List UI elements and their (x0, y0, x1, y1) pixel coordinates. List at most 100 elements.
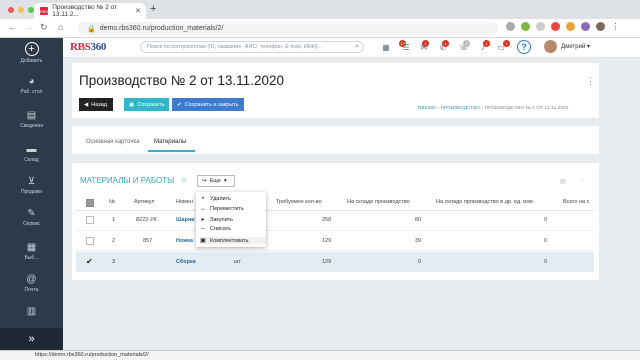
sidebar-item-mail[interactable]: @ Почта (0, 274, 63, 293)
tab-materials[interactable]: Материалы (154, 139, 186, 145)
move-arrows-icon: ↔ (200, 206, 206, 212)
calendar-icon[interactable]: ▦ (381, 43, 391, 53)
breadcrumb-root[interactable]: RBS360 (418, 105, 436, 110)
save-button[interactable]: ▣ Сохранить (124, 98, 169, 111)
profile-avatar-icon[interactable] (596, 22, 605, 31)
row-checked-icon[interactable]: ✔ (86, 257, 93, 266)
menu-item-assemble[interactable]: ▣ Комплектовать (200, 237, 266, 244)
select-all-checkbox[interactable] (86, 199, 94, 207)
window-controls (8, 7, 34, 13)
sidebar-item-label: Сведения (20, 123, 43, 129)
forward-arrow-icon[interactable]: → (24, 22, 33, 32)
column-header[interactable]: На складе производство в др. ед. изм. (436, 199, 534, 205)
id-card-icon: ▤ (26, 110, 37, 121)
cell-number: 1 (112, 217, 116, 223)
sidebar-item-label: Почта (24, 287, 39, 293)
browser-tab[interactable]: RBS Производство № 2 от 13.11.2... ✕ (34, 3, 146, 19)
user-menu[interactable]: Дмитрий ▾ (561, 43, 590, 50)
cell-sku: 857 (143, 238, 153, 244)
menu-item-write-off[interactable]: – Списать (200, 226, 231, 232)
tasks-icon[interactable]: ☰ (401, 43, 411, 53)
menu-item-label: Списать (210, 226, 232, 232)
save-and-close-label: Сохранить и закрыть (184, 101, 239, 108)
sidebar-item-desktop[interactable]: ◕ Раб. стол (0, 76, 63, 95)
column-header[interactable]: Артикул (134, 199, 155, 205)
browser-menu-icon[interactable]: ⋮ (611, 22, 620, 31)
close-tab-icon[interactable]: ✕ (135, 7, 141, 15)
cell-required-qty: 258 (322, 217, 332, 223)
close-window-icon[interactable] (8, 7, 14, 13)
cell-required-qty: 129 (322, 259, 332, 265)
sidebar-item-label: Сервис (22, 221, 41, 227)
back-arrow-icon[interactable]: ← (8, 22, 17, 32)
mail-icon[interactable]: ✉ (419, 43, 429, 53)
cell-stock: 80 (415, 217, 422, 223)
save-and-close-button[interactable]: ✔ Сохранить и закрыть (172, 98, 244, 111)
breadcrumb-sep: › (437, 105, 440, 110)
breadcrumb-section[interactable]: ПРОИЗВОДСТВО (441, 105, 481, 110)
extension-icon[interactable] (536, 22, 545, 31)
plus-circle-icon: + (24, 42, 39, 56)
chat-icon[interactable]: ✆ (438, 43, 448, 53)
cell-number: 2 (112, 238, 116, 244)
collapse-up-icon[interactable]: ↑ (581, 178, 584, 184)
table-row[interactable] (76, 231, 594, 251)
check-circle-icon: ✔ (177, 101, 182, 108)
menu-item-purchase[interactable]: ▸ Закупить (200, 216, 233, 224)
cell-name-link[interactable]: Ножка (176, 238, 193, 244)
settings-circle-icon[interactable]: ⊙ (181, 176, 187, 184)
cell-name-link[interactable]: Шарни (176, 217, 195, 223)
briefcase-icon: ▣ (200, 238, 206, 244)
more-options-icon[interactable]: ⋮ (586, 76, 595, 87)
sidebar-collapse-button[interactable]: » (0, 328, 63, 350)
sidebar-item-warehouse[interactable]: ▬ Склад (0, 144, 63, 163)
extension-icon[interactable] (506, 22, 515, 31)
breadcrumb-current: ПРОИЗВОДСТВО № 2 ОТ 13.11.2020 (484, 105, 569, 110)
more-actions-button[interactable]: ↪ Еще ▾ (197, 175, 235, 187)
cell-stock: 0 (418, 259, 422, 265)
caret-down-icon: ▾ (223, 178, 227, 184)
rbs-favicon-icon: RBS (40, 7, 49, 15)
sidebar-item-accounting[interactable]: ▦ Быб... (0, 242, 63, 261)
avatar[interactable] (544, 40, 557, 53)
tab-main-card[interactable]: Основная карточка (86, 139, 139, 145)
sidebar-item-reports[interactable]: ▥ (0, 306, 63, 319)
sidebar-item-sales[interactable]: ⊻ Продажи (0, 176, 63, 195)
column-header[interactable]: На складе производство (347, 199, 410, 205)
row-checkbox[interactable] (86, 237, 94, 245)
reload-icon[interactable]: ↻ (40, 22, 48, 33)
menu-item-delete[interactable]: × Удалить (200, 196, 231, 202)
cell-name-link[interactable]: Сборка (176, 259, 196, 265)
extension-icon[interactable] (581, 22, 590, 31)
column-header[interactable]: Всего на с (563, 199, 589, 205)
row-checkbox[interactable] (86, 216, 94, 224)
help-button[interactable]: ? (517, 40, 531, 54)
extension-icon[interactable] (551, 22, 560, 31)
home-icon[interactable]: ⌂ (58, 22, 63, 32)
extension-icon[interactable] (566, 22, 575, 31)
table-settings-icon[interactable]: ▤ (560, 178, 566, 185)
extension-icon[interactable] (521, 22, 530, 31)
sidebar-item-info[interactable]: ▤ Сведения (0, 110, 63, 129)
new-tab-icon[interactable]: + (150, 3, 156, 15)
rbs360-logo[interactable]: RBS360 (70, 41, 106, 53)
menu-item-label: Удалить (210, 196, 231, 202)
url-field[interactable]: 🔒 demo.rbs360.ru/production_materials/2/ (78, 22, 498, 35)
browser-status-bar: https://demo.rbs360.ru/production_materi… (0, 350, 640, 360)
menu-item-move[interactable]: ↔ Переместить (200, 206, 244, 212)
search-icon[interactable]: ⌕ (355, 43, 359, 51)
column-header[interactable]: Требуемое кол-во (276, 199, 322, 205)
search-input[interactable]: Поиск по контрагентам (ID, название, ФИО… (140, 41, 364, 53)
search-placeholder: Поиск по контрагентам (ID, название, ФИО… (147, 44, 323, 50)
sidebar-item-service[interactable]: ✎ Сервис (0, 208, 63, 227)
sidebar-item-label: Быб... (24, 255, 39, 261)
column-header[interactable]: Номен (176, 199, 193, 205)
sidebar-item-label: Раб. стол (20, 89, 43, 95)
table-row-selected[interactable] (76, 252, 594, 272)
cell-number: 3 (112, 259, 116, 265)
menu-item-label: Комплектовать (210, 237, 249, 244)
logo-num: 360 (90, 41, 107, 53)
back-button[interactable]: ◀ Назад (79, 98, 113, 111)
minimize-window-icon[interactable] (18, 7, 24, 13)
sidebar-item-add[interactable]: + Добавить (0, 42, 63, 64)
